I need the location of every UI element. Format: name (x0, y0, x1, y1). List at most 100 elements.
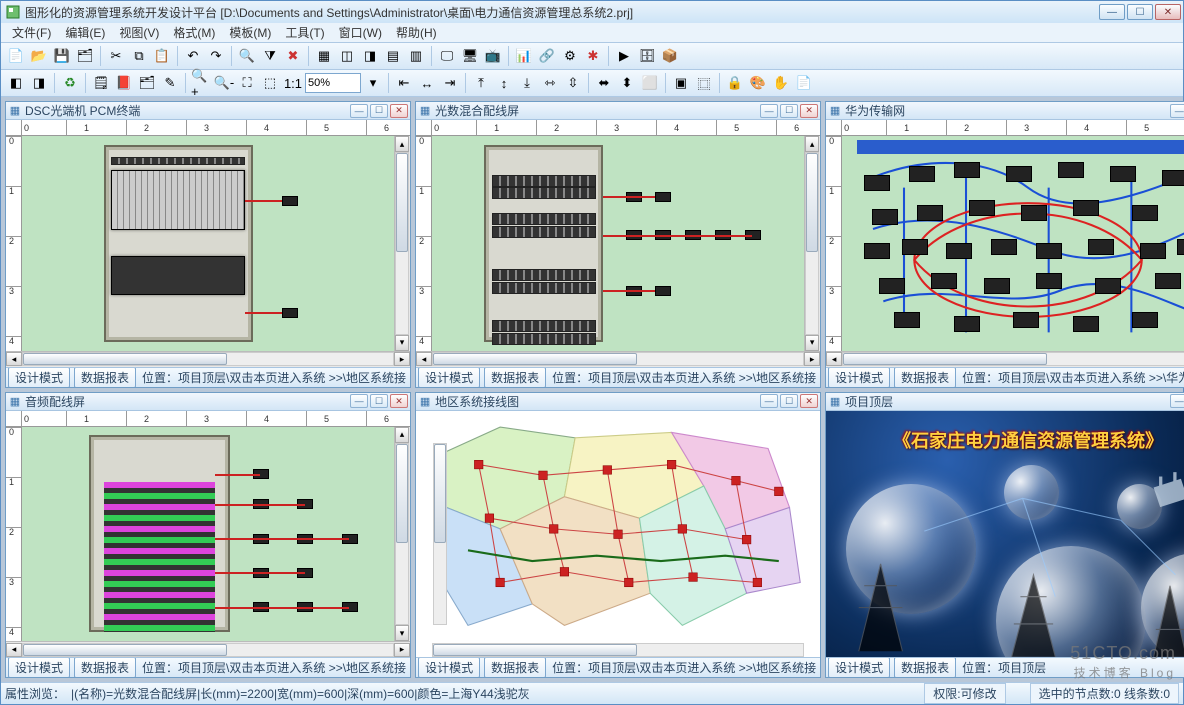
lock-icon[interactable]: 🔒 (724, 72, 746, 94)
child-maximize-button[interactable]: ☐ (780, 104, 798, 118)
pane-right-icon[interactable]: ◨ (28, 72, 50, 94)
gear-icon[interactable]: ⚙ (559, 45, 581, 67)
design-mode-button[interactable]: 设计模式 (418, 657, 480, 677)
canvas[interactable] (22, 136, 394, 351)
grid-icon[interactable]: ▦ (313, 45, 335, 67)
refresh-icon[interactable]: ♻ (59, 72, 81, 94)
menu-template[interactable]: 模板(M) (222, 22, 278, 43)
zoom-region-icon[interactable]: ⬚ (259, 72, 281, 94)
find-icon[interactable]: 🔍 (236, 45, 258, 67)
zoom-dropdown-icon[interactable]: ▾ (362, 72, 384, 94)
book-icon[interactable]: 📕 (113, 72, 135, 94)
saveall-icon[interactable]: 🗂 (74, 45, 96, 67)
child-minimize-button[interactable]: — (760, 104, 778, 118)
zoom-input[interactable] (305, 73, 361, 93)
child-close-button[interactable]: ✕ (800, 104, 818, 118)
monitor-icon[interactable]: 🖵 (436, 45, 458, 67)
zoom-out-icon[interactable]: 🔍- (213, 72, 235, 94)
props-icon[interactable]: 🗒 (90, 72, 112, 94)
scrollbar-horizontal[interactable]: ◂▸ (416, 641, 820, 657)
child-maximize-button[interactable]: ☐ (780, 394, 798, 408)
align-middle-icon[interactable]: ↕ (493, 72, 515, 94)
child-maximize-button[interactable]: ☐ (370, 104, 388, 118)
close-button[interactable]: ✕ (1155, 4, 1181, 20)
child-title-bar[interactable]: ▦ 光数混合配线屏 — ☐ ✕ (416, 102, 820, 120)
copy-icon[interactable]: ⧉ (128, 45, 150, 67)
minimize-button[interactable]: — (1099, 4, 1125, 20)
child-close-button[interactable]: ✕ (390, 394, 408, 408)
design-mode-button[interactable]: 设计模式 (8, 367, 70, 387)
poster-canvas[interactable]: 《石家庄电力通信资源管理系统》 (826, 411, 1184, 658)
data-report-button[interactable]: 数据报表 (74, 367, 136, 387)
child-minimize-button[interactable]: — (350, 394, 368, 408)
same-width-icon[interactable]: ⬌ (593, 72, 615, 94)
scrollbar-horizontal[interactable]: ◂▸ (6, 641, 410, 657)
scrollbar-vertical[interactable]: ▴▾ (432, 427, 448, 642)
box-icon[interactable]: 📦 (659, 45, 681, 67)
scrollbar-horizontal[interactable]: ◂▸ (826, 351, 1184, 367)
scrollbar-vertical[interactable]: ▴▾ (394, 136, 410, 351)
save-icon[interactable]: 💾 (51, 45, 73, 67)
undo-icon[interactable]: ↶ (182, 45, 204, 67)
design-mode-button[interactable]: 设计模式 (418, 367, 480, 387)
menu-format[interactable]: 格式(M) (166, 22, 222, 43)
distribute-h-icon[interactable]: ⇿ (539, 72, 561, 94)
child-title-bar[interactable]: ▦ 地区系统接线图 — ☐ ✕ (416, 393, 820, 411)
menu-tools[interactable]: 工具(T) (278, 22, 331, 43)
align-center-h-icon[interactable]: ↔ (416, 72, 438, 94)
align-right-icon[interactable]: ⇥ (439, 72, 461, 94)
paste-icon[interactable]: 📋 (151, 45, 173, 67)
screen-icon[interactable]: 🖥 (459, 45, 481, 67)
distribute-v-icon[interactable]: ⇳ (562, 72, 584, 94)
link-icon[interactable]: 🔗 (536, 45, 558, 67)
child-title-bar[interactable]: ▦ 音频配线屏 — ☐ ✕ (6, 393, 410, 411)
menu-file[interactable]: 文件(F) (5, 22, 58, 43)
page-icon[interactable]: 📄 (793, 72, 815, 94)
child-close-button[interactable]: ✕ (800, 394, 818, 408)
maximize-button[interactable]: ☐ (1127, 4, 1153, 20)
child-title-bar[interactable]: ▦ 项目顶层 — ☐ ✕ (826, 393, 1184, 411)
cut-icon[interactable]: ✂ (105, 45, 127, 67)
scrollbar-vertical[interactable]: ▴▾ (804, 136, 820, 351)
child-minimize-button[interactable]: — (1170, 394, 1184, 408)
child-minimize-button[interactable]: — (760, 394, 778, 408)
canvas[interactable] (842, 136, 1184, 351)
child-minimize-button[interactable]: — (1170, 104, 1184, 118)
display-icon[interactable]: 📺 (482, 45, 504, 67)
zoom-in-icon[interactable]: 🔍+ (190, 72, 212, 94)
select-all-icon[interactable]: ▣ (670, 72, 692, 94)
child-title-bar[interactable]: ▦ 华为传输网 — ☐ ✕ (826, 102, 1184, 120)
data-report-button[interactable]: 数据报表 (74, 657, 136, 677)
child-maximize-button[interactable]: ☐ (370, 394, 388, 408)
align-top-icon[interactable]: ⤒ (470, 72, 492, 94)
pane-left-icon[interactable]: ◧ (5, 72, 27, 94)
data-report-button[interactable]: 数据报表 (484, 657, 546, 677)
child-close-button[interactable]: ✕ (390, 104, 408, 118)
run-icon[interactable]: ▶ (613, 45, 635, 67)
data-report-button[interactable]: 数据报表 (894, 657, 956, 677)
same-height-icon[interactable]: ⬍ (616, 72, 638, 94)
open-icon[interactable]: 📂 (28, 45, 50, 67)
window4-icon[interactable]: ▥ (405, 45, 427, 67)
menu-view[interactable]: 视图(V) (112, 22, 166, 43)
menu-help[interactable]: 帮助(H) (389, 22, 444, 43)
data-report-button[interactable]: 数据报表 (894, 367, 956, 387)
window1-icon[interactable]: ◫ (336, 45, 358, 67)
new-icon[interactable]: 📄 (5, 45, 27, 67)
canvas[interactable] (22, 427, 394, 642)
zoom-actual-icon[interactable]: 1:1 (282, 72, 304, 94)
chart-icon[interactable]: 📊 (513, 45, 535, 67)
data-report-button[interactable]: 数据报表 (484, 367, 546, 387)
window2-icon[interactable]: ◨ (359, 45, 381, 67)
window3-icon[interactable]: ▤ (382, 45, 404, 67)
menu-window[interactable]: 窗口(W) (332, 22, 389, 43)
design-mode-button[interactable]: 设计模式 (828, 657, 890, 677)
pencil-icon[interactable]: ✎ (159, 72, 181, 94)
scrollbar-horizontal[interactable]: ◂▸ (416, 351, 820, 367)
scrollbar-horizontal[interactable]: ◂▸ (6, 351, 410, 367)
menu-edit[interactable]: 编辑(E) (58, 22, 112, 43)
layers-icon[interactable]: 🗂 (136, 72, 158, 94)
design-mode-button[interactable]: 设计模式 (828, 367, 890, 387)
filter-icon[interactable]: ⧩ (259, 45, 281, 67)
star-icon[interactable]: ✱ (582, 45, 604, 67)
